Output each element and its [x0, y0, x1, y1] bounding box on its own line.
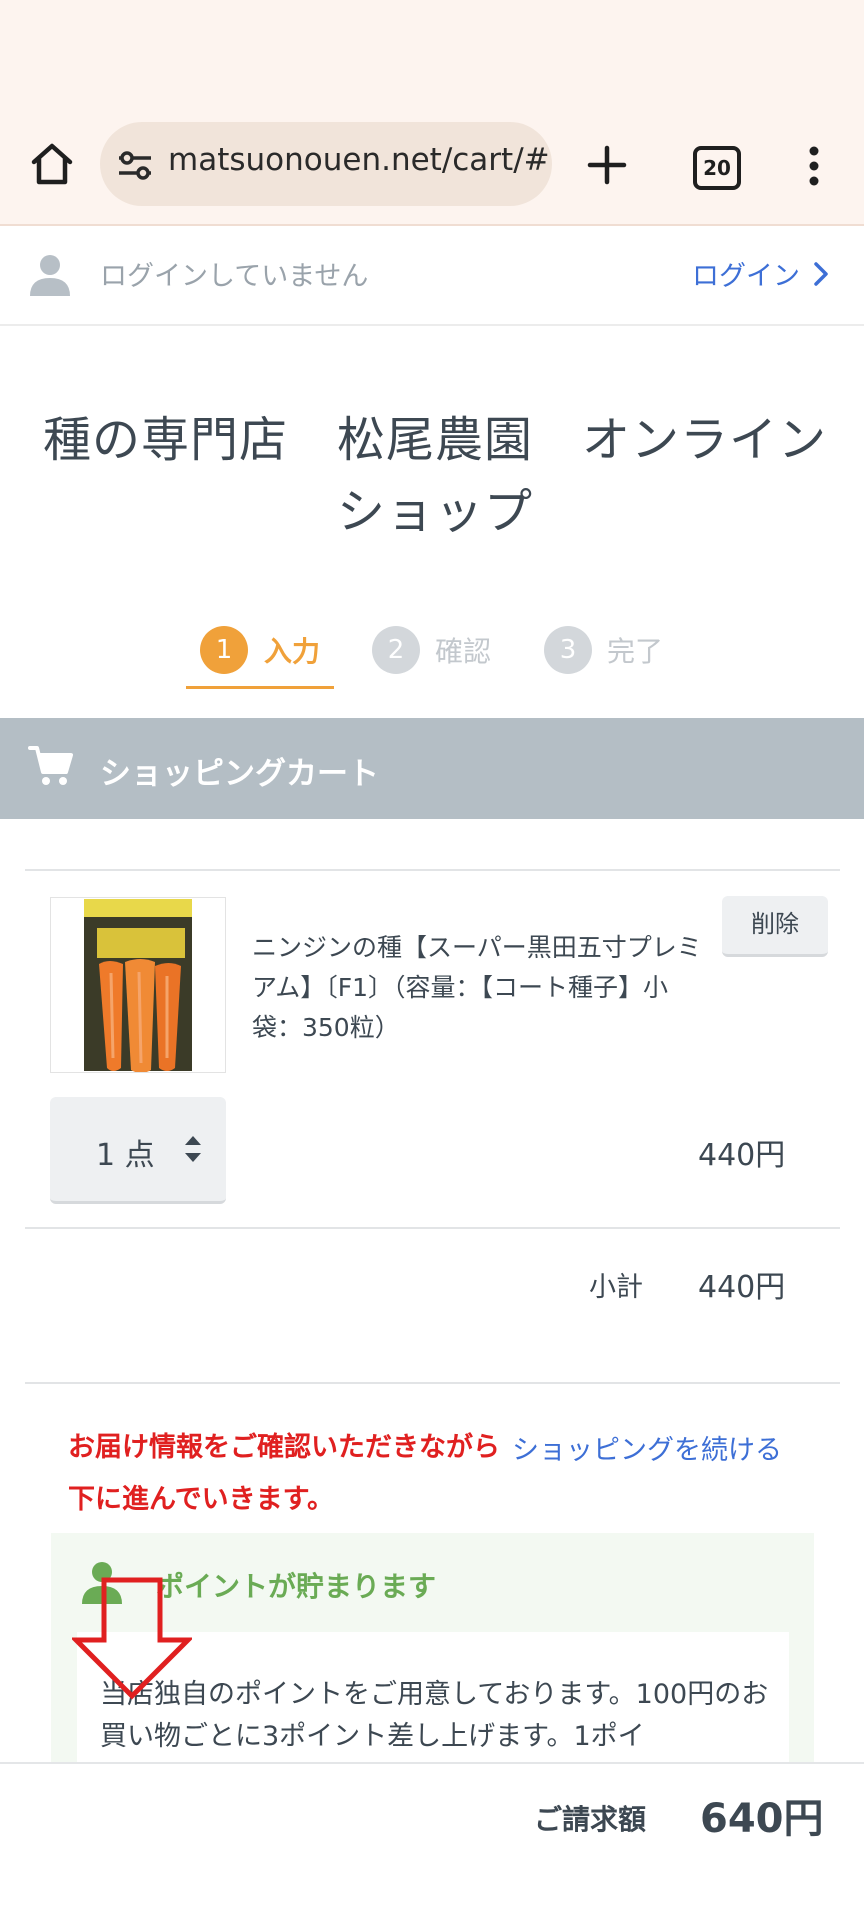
home-icon[interactable]: [28, 140, 76, 188]
divider: [25, 1382, 840, 1384]
active-step-indicator: [186, 686, 334, 689]
login-status-text: ログインしていません: [100, 261, 369, 292]
more-vert-icon[interactable]: [806, 146, 822, 186]
total-value: 640円: [700, 1796, 824, 1842]
guide-notice: お届け情報をご確認いただきながら 下に進んでいきます。: [68, 1422, 500, 1526]
step-2-number: 2: [372, 626, 420, 674]
user-icon: [28, 254, 72, 296]
url-text[interactable]: matsuonouen.net/cart/#: [168, 142, 550, 178]
login-link[interactable]: ログイン: [692, 254, 829, 294]
arrow-down-icon: [69, 1576, 195, 1700]
guide-notice-line2: 下に進んでいきます。: [68, 1484, 334, 1515]
step-3-label: 完了: [607, 635, 664, 668]
site-title-line2: ショップ: [336, 484, 533, 540]
step-3-number: 3: [544, 626, 592, 674]
step-1-number: 1: [200, 626, 248, 674]
step-1-label: 入力: [264, 635, 321, 668]
continue-shopping-link[interactable]: ショッピングを続ける: [512, 1428, 782, 1467]
site-title-line1: 種の専門店 松尾農園 オンライン: [42, 412, 827, 468]
divider: [25, 1227, 840, 1229]
cart-title: ショッピングカート: [100, 756, 379, 792]
tab-switcher-icon[interactable]: 20: [693, 146, 741, 190]
chevron-right-icon[interactable]: [813, 261, 829, 294]
site-settings-icon[interactable]: [117, 148, 153, 182]
subtotal-label: 小計: [589, 1272, 643, 1303]
points-description: 当店独自のポイントをご用意しております。100円のお買い物ごとに3ポイント差し上…: [100, 1679, 769, 1752]
product-name[interactable]: ニンジンの種【スーパー黒田五寸プレミアム】〔F1〕（容量：【コート種子】小袋：3…: [252, 928, 702, 1048]
delete-button[interactable]: 削除: [722, 896, 828, 957]
select-arrows-icon[interactable]: [182, 1132, 204, 1166]
product-thumbnail[interactable]: [50, 897, 226, 1073]
login-link-label[interactable]: ログイン: [692, 261, 800, 292]
guide-notice-line1: お届け情報をご確認いただきながら: [68, 1422, 500, 1474]
divider: [25, 869, 840, 871]
item-price: 440円: [698, 1138, 786, 1173]
carrot-seed-package-image[interactable]: [51, 898, 225, 1073]
site-title: 種の専門店 松尾農園 オンライン ショップ: [20, 404, 850, 548]
cart-icon: [28, 744, 74, 788]
step-2-label: 確認: [435, 635, 492, 668]
points-title: ポイントが貯まります: [156, 1570, 437, 1603]
subtotal-value: 440円: [698, 1270, 786, 1305]
new-tab-icon[interactable]: [586, 144, 628, 186]
total-label: ご請求額: [534, 1803, 647, 1836]
quantity-value[interactable]: 1 点: [96, 1130, 155, 1174]
